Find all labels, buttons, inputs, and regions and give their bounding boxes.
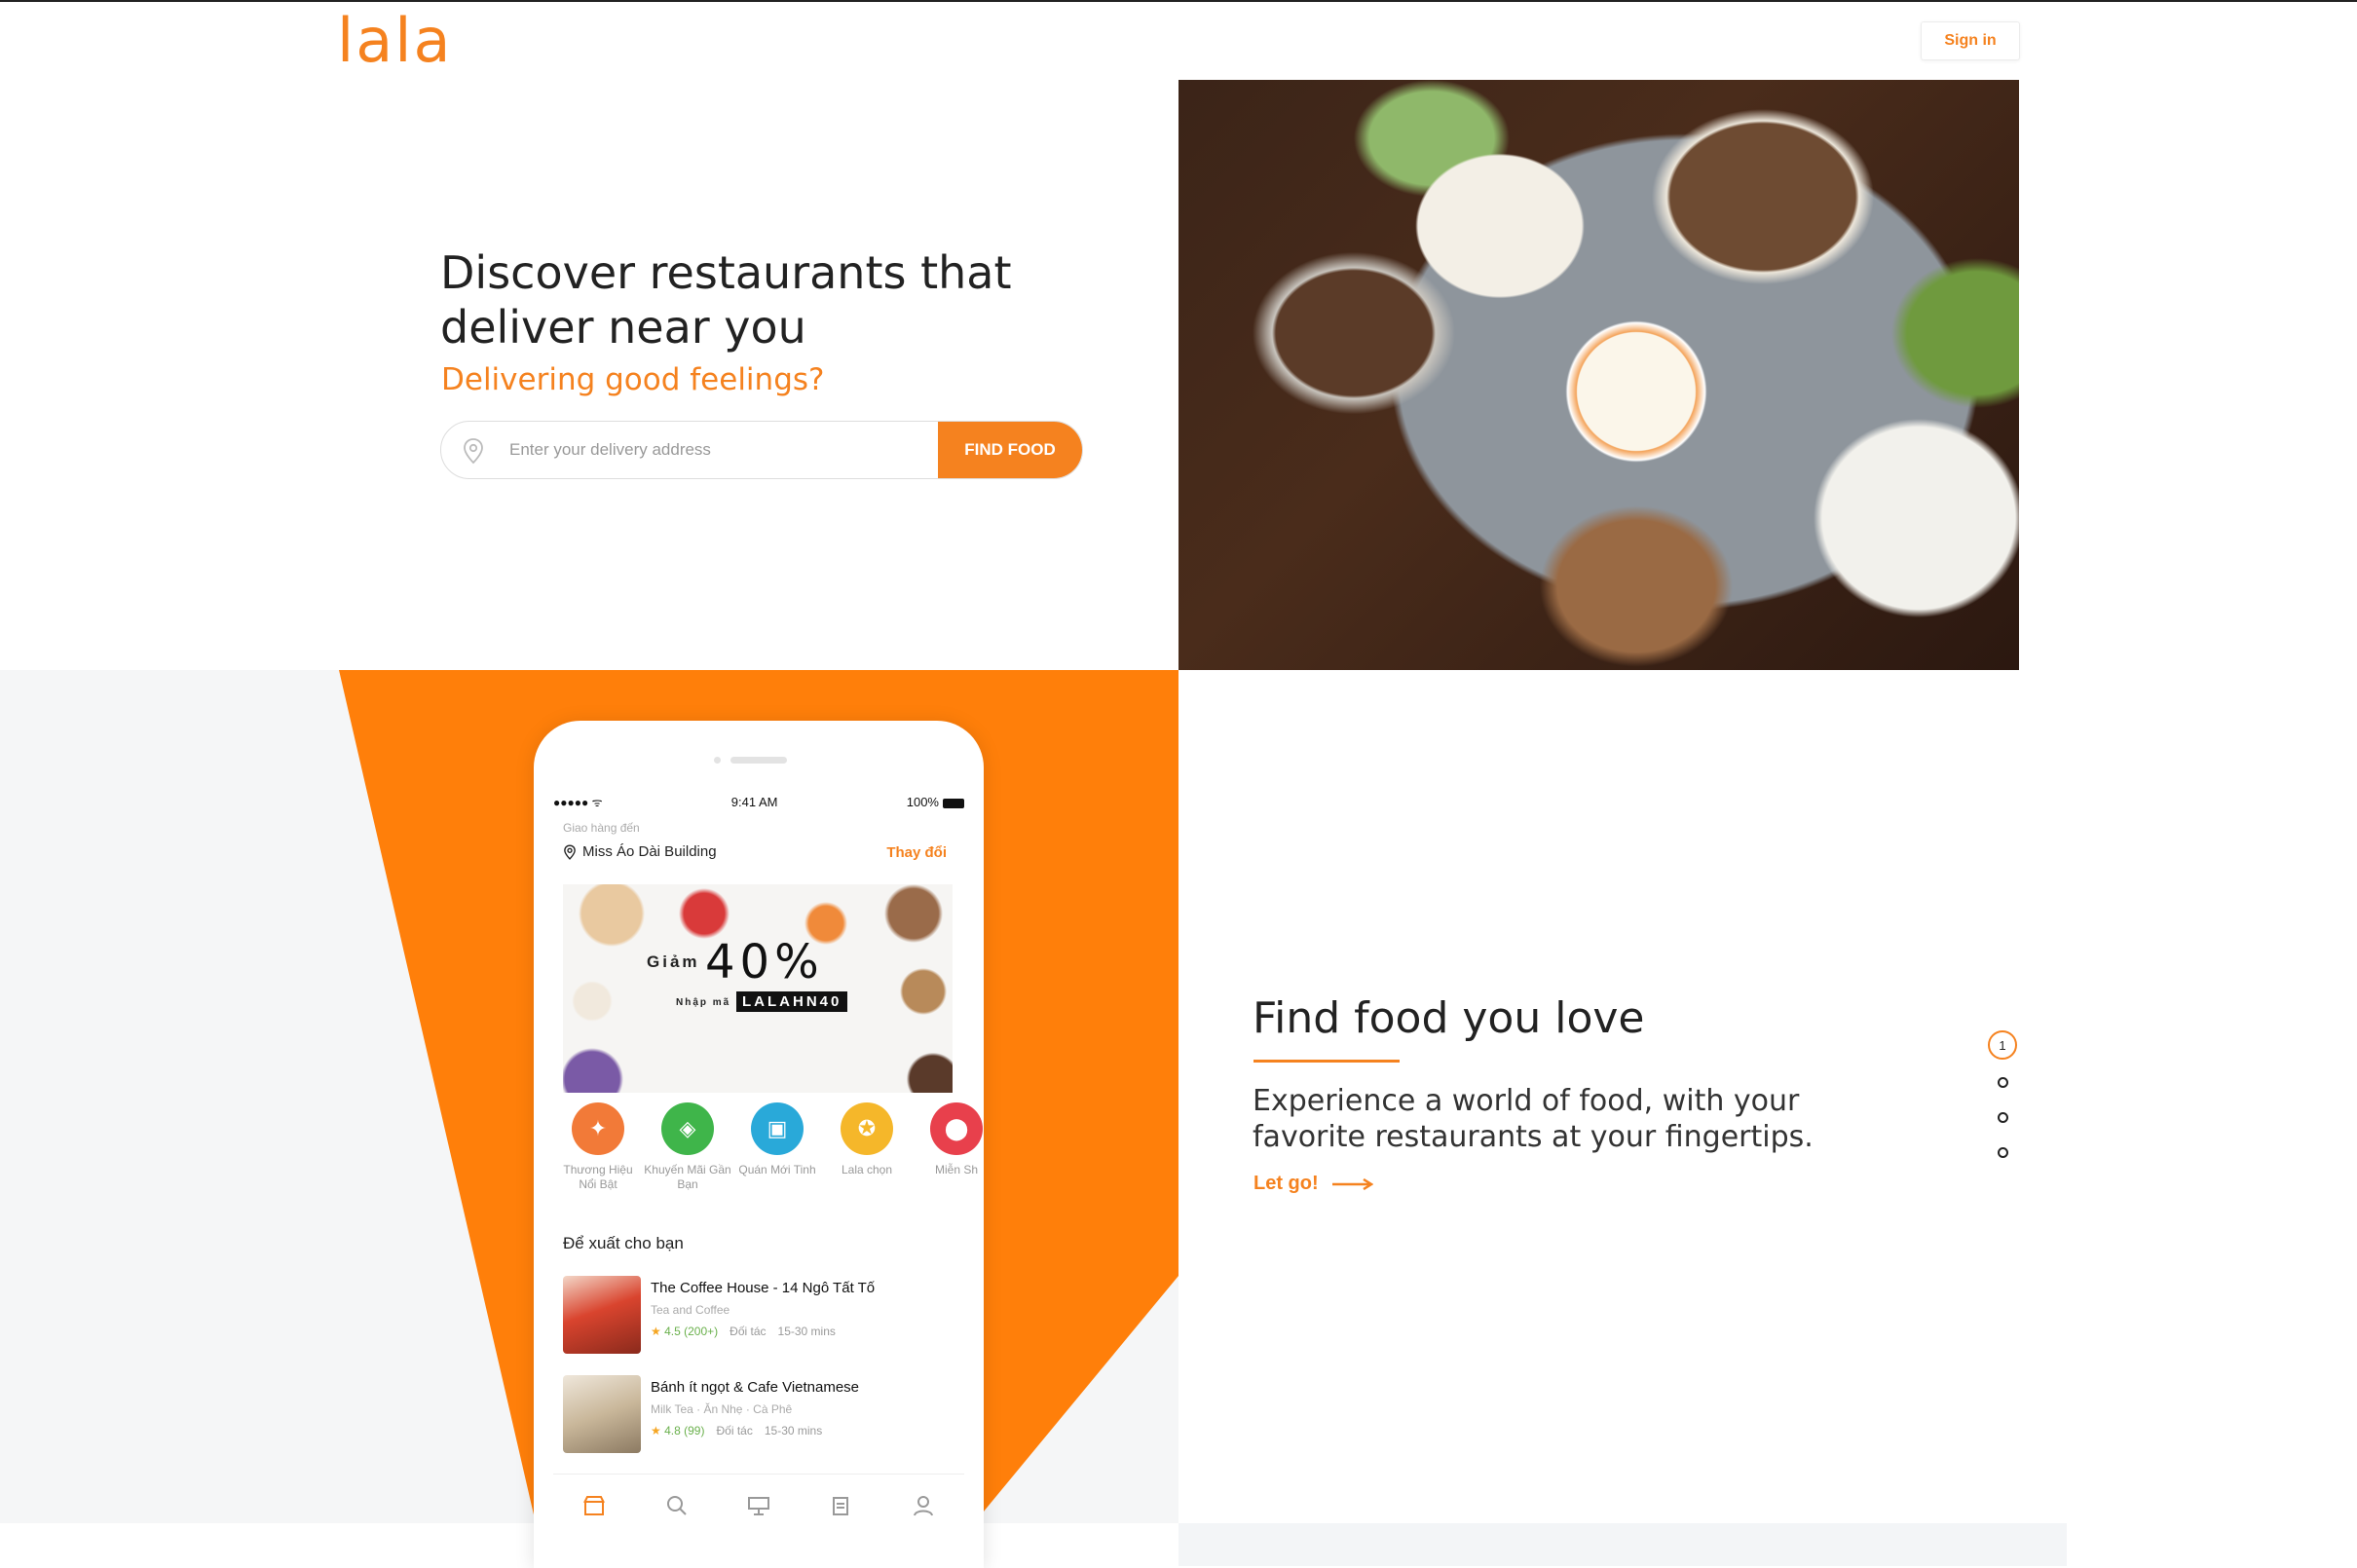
location-pin-icon <box>464 438 483 465</box>
category-quan-moi[interactable]: ▣ Quán Mới Tinh <box>732 1102 822 1177</box>
rating: 4.5 <box>664 1325 681 1338</box>
profile-icon[interactable] <box>910 1492 937 1519</box>
category-thuong-hieu[interactable]: ✦ Thương Hiệu Nổi Bật <box>553 1102 643 1192</box>
hero-title: Discover restaurants that deliver near y… <box>440 246 1012 354</box>
star-icon: ★ <box>651 1424 661 1437</box>
phone-tab-bar <box>553 1474 964 1561</box>
deliver-to-label: Giao hàng đến <box>563 821 640 835</box>
address-search-bar: FIND FOOD <box>440 421 1083 479</box>
category-mien-ship[interactable]: ⬤ Miễn Sh <box>912 1102 984 1177</box>
status-time: 9:41 AM <box>730 795 778 809</box>
rating: 4.8 <box>664 1424 681 1437</box>
cta-label: Let go! <box>1253 1173 1319 1194</box>
restaurant-meta: ★ 4.8 (99) Đối tác 15-30 mins <box>651 1424 822 1437</box>
restaurant-card[interactable]: Bánh ít ngọt & Cafe Vietnamese Milk Tea … <box>563 1375 972 1455</box>
category-row: ✦ Thương Hiệu Nổi Bật ◈ Khuyến Mãi Gần B… <box>553 1102 984 1200</box>
pager-dot[interactable] <box>1997 1077 2008 1088</box>
restaurant-category: Milk Tea · Ăn Nhẹ · Cà Phê <box>651 1402 793 1416</box>
phone-camera <box>714 757 721 764</box>
orders-icon[interactable] <box>827 1492 854 1519</box>
hero-food-photo <box>1178 80 2019 670</box>
partner-badge: Đối tác <box>730 1325 767 1338</box>
free-ship-icon: ⬤ <box>930 1102 983 1155</box>
feature-description: Experience a world of food, with your fa… <box>1253 1084 1814 1154</box>
promo-icon[interactable] <box>745 1492 772 1519</box>
battery-status: 100% <box>907 795 964 809</box>
promo-banner[interactable]: Giảm 40% Nhập mã LALAHN40 <box>563 884 953 1093</box>
sign-in-button[interactable]: Sign in <box>1921 21 2020 60</box>
slide-pager: 1 <box>1987 1030 2018 1158</box>
rating-count: (99) <box>684 1424 705 1437</box>
rocket-icon: ✦ <box>572 1102 624 1155</box>
restaurant-name: The Coffee House - 14 Ngô Tất Tố <box>651 1280 876 1296</box>
restaurant-card[interactable]: The Coffee House - 14 Ngô Tất Tố Tea and… <box>563 1276 972 1356</box>
phone-status-bar: ●●●●● ᯤ 9:41 AM 100% <box>553 794 964 810</box>
code-label: Nhập mã <box>676 997 731 1008</box>
lala-logo[interactable]: lala <box>337 6 452 76</box>
lets-go-link[interactable]: Let go! <box>1253 1173 1373 1195</box>
find-food-button[interactable]: FIND FOOD <box>938 422 1082 478</box>
discount-percent: 40% <box>705 935 824 989</box>
next-section-strip <box>1178 1523 2067 1566</box>
pager-dot[interactable] <box>1997 1112 2008 1123</box>
signal-indicator: ●●●●● ᯤ <box>553 796 603 809</box>
store-icon: ▣ <box>751 1102 804 1155</box>
category-label: Lala chọn <box>841 1163 893 1176</box>
hero-subtitle: Delivering good feelings? <box>441 362 825 397</box>
top-border <box>0 0 2357 2</box>
recommended-heading: Để xuất cho bạn <box>563 1234 684 1252</box>
delivery-time: 15-30 mins <box>777 1325 836 1338</box>
pager-dot-active[interactable]: 1 <box>1988 1030 2017 1060</box>
battery-percent: 100% <box>906 795 939 809</box>
partner-badge: Đối tác <box>716 1424 753 1437</box>
category-label: Thương Hiệu Nổi Bật <box>563 1163 633 1191</box>
tag-icon: ◈ <box>661 1102 714 1155</box>
restaurant-meta: ★ 4.5 (200+) Đối tác 15-30 mins <box>651 1325 836 1338</box>
category-label: Quán Mới Tinh <box>738 1163 816 1176</box>
category-label: Miễn Sh <box>934 1163 979 1176</box>
change-location-button[interactable]: Thay đổi <box>886 844 947 861</box>
location-pin-icon <box>564 843 576 860</box>
restaurant-name: Bánh ít ngọt & Cafe Vietnamese <box>651 1379 860 1396</box>
star-icon: ★ <box>651 1325 661 1338</box>
location-name: Miss Áo Dài Building <box>582 843 717 860</box>
delivery-time: 15-30 mins <box>764 1424 823 1437</box>
restaurant-thumbnail <box>563 1276 641 1354</box>
discount-word: Giảm <box>647 952 700 971</box>
category-khuyen-mai[interactable]: ◈ Khuyến Mãi Gần Bạn <box>643 1102 732 1192</box>
promo-code: LALAHN40 <box>736 991 848 1012</box>
search-icon[interactable] <box>663 1492 691 1519</box>
phone-mockup: ●●●●● ᯤ 9:41 AM 100% Giao hàng đến Miss … <box>534 721 984 1568</box>
badge-icon: ✪ <box>841 1102 893 1155</box>
restaurant-thumbnail <box>563 1375 641 1453</box>
rating-count: (200+) <box>684 1325 719 1338</box>
pager-dot[interactable] <box>1997 1147 2008 1158</box>
phone-speaker <box>730 757 787 764</box>
category-label: Khuyến Mãi Gần Bạn <box>644 1163 731 1191</box>
delivery-location[interactable]: Miss Áo Dài Building <box>563 843 717 860</box>
arrow-right-icon <box>1331 1177 1373 1190</box>
home-icon[interactable] <box>580 1492 608 1519</box>
battery-icon <box>942 798 964 808</box>
feature-title: Find food you love <box>1253 993 1645 1043</box>
title-underline <box>1253 1060 1400 1063</box>
restaurant-category: Tea and Coffee <box>651 1303 730 1317</box>
delivery-address-input[interactable] <box>500 422 1006 478</box>
category-lala-chon[interactable]: ✪ Lala chọn <box>822 1102 912 1177</box>
